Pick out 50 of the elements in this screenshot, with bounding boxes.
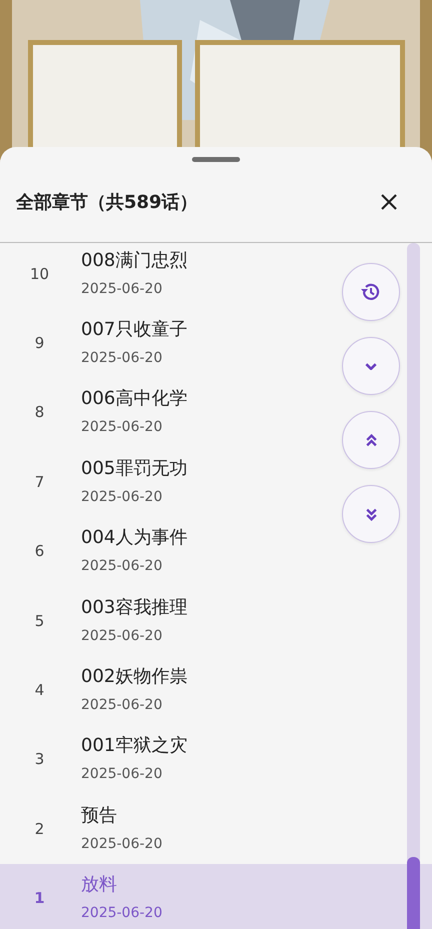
chapter-number: 3 <box>34 750 46 768</box>
chapter-title: 003容我推理 <box>81 596 188 619</box>
chevron-down-icon <box>365 362 377 370</box>
scrollbar[interactable] <box>407 243 420 929</box>
chapter-date: 2025-06-20 <box>81 419 164 436</box>
chapter-date: 2025-06-20 <box>81 488 164 506</box>
chapter-item[interactable]: 6 004人为事件 2025-06-20 <box>0 516 432 586</box>
double-chevron-up-icon <box>366 434 376 446</box>
double-chevron-up-button[interactable] <box>342 411 400 469</box>
chapter-item[interactable]: 2 预告 2025-06-20 <box>0 794 432 864</box>
history-button[interactable] <box>342 263 400 321</box>
chapter-number: 10 <box>28 264 50 283</box>
chapter-item[interactable]: 1 放料 2025-06-20 <box>0 864 432 929</box>
chapter-date: 2025-06-20 <box>81 697 164 714</box>
chapter-number: 1 <box>33 889 46 908</box>
chapter-title: 007只收童子 <box>81 319 188 342</box>
chapter-date: 2025-06-20 <box>81 905 162 922</box>
chapter-number: 5 <box>34 612 46 630</box>
chapter-date: 2025-06-20 <box>81 628 164 645</box>
chapter-title: 001牢狱之灾 <box>81 735 188 758</box>
chapter-title: 006高中化学 <box>81 388 188 410</box>
chapter-date: 2025-06-20 <box>81 558 164 576</box>
double-chevron-down-icon <box>366 508 376 520</box>
drag-handle[interactable] <box>192 157 240 162</box>
sheet-title: 全部章节（共589话） <box>16 191 198 214</box>
chapter-number: 2 <box>34 820 46 838</box>
double-chevron-down-button[interactable] <box>342 485 400 543</box>
chapter-date: 2025-06-20 <box>81 766 164 784</box>
chapter-date: 2025-06-20 <box>81 836 162 853</box>
chapter-item[interactable]: 8 006高中化学 2025-06-20 <box>0 378 432 448</box>
chapter-title: 008满门忠烈 <box>81 250 188 272</box>
chapter-number: 4 <box>34 681 46 700</box>
chapter-number: 8 <box>34 403 46 422</box>
chapter-date: 2025-06-20 <box>81 280 164 298</box>
chapter-item[interactable]: 5 003容我推理 2025-06-20 <box>0 586 432 656</box>
chapter-title: 放料 <box>81 874 118 896</box>
chapter-item[interactable]: 9 007只收童子 2025-06-20 <box>0 308 432 378</box>
chapter-item[interactable]: 10 008满门忠烈 2025-06-20 <box>0 243 432 308</box>
chapter-item[interactable]: 7 005罪罚无功 2025-06-20 <box>0 447 432 517</box>
chevron-down-button[interactable] <box>342 337 400 395</box>
chapter-number: 6 <box>34 542 46 560</box>
chapter-number: 9 <box>34 334 46 352</box>
chapter-date: 2025-06-20 <box>81 350 164 368</box>
chapter-item[interactable]: 4 002妖物作祟 2025-06-20 <box>0 655 432 725</box>
chapter-title: 004人为事件 <box>81 527 188 550</box>
chapter-title: 005罪罚无功 <box>81 458 188 480</box>
chapter-item[interactable]: 3 001牢狱之灾 2025-06-20 <box>0 724 432 794</box>
chapter-title: 预告 <box>81 804 118 827</box>
chapter-title: 002妖物作祟 <box>81 666 188 688</box>
chapter-number: 7 <box>34 472 46 491</box>
